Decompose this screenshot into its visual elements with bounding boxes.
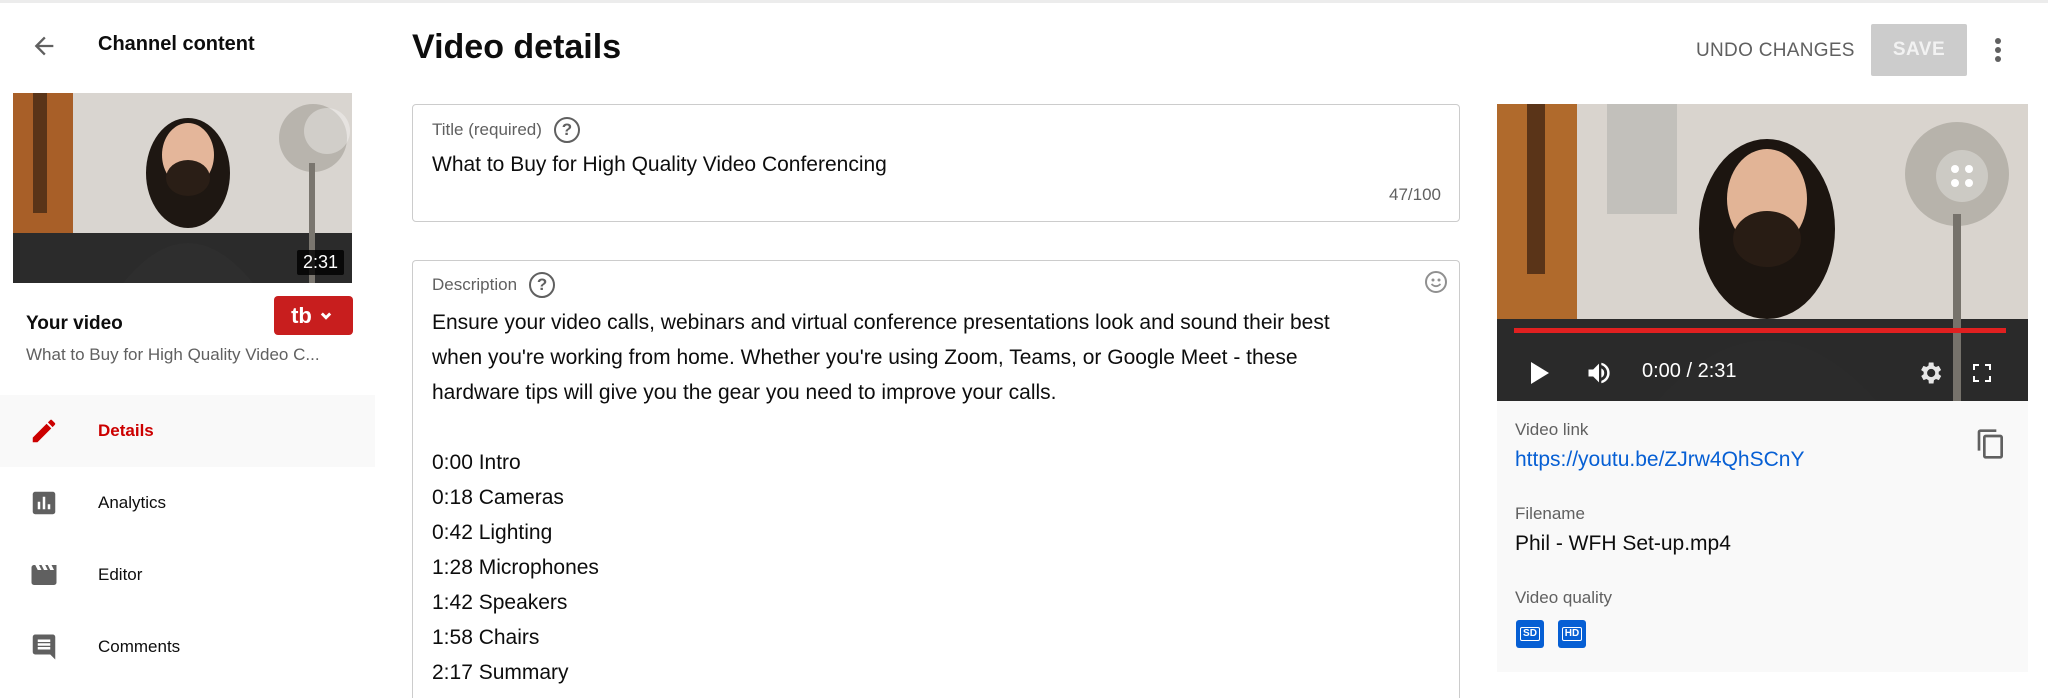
comment-icon bbox=[28, 631, 60, 663]
help-icon[interactable]: ? bbox=[529, 272, 556, 298]
page-title: Video details bbox=[412, 28, 622, 66]
sd-quality-badge: SD bbox=[1516, 620, 1544, 648]
video-thumbnail[interactable]: 2:31 bbox=[13, 93, 352, 283]
description-label-row: Description ? bbox=[432, 272, 556, 298]
volume-icon[interactable] bbox=[1581, 357, 1617, 389]
description-line: 0:42 Lighting bbox=[432, 521, 553, 544]
copy-icon[interactable] bbox=[1971, 422, 2011, 466]
filename-label: Filename bbox=[1515, 504, 1585, 523]
analytics-icon bbox=[28, 487, 60, 519]
sidebar-item-label: Comments bbox=[98, 637, 181, 656]
clapperboard-icon bbox=[28, 559, 60, 591]
title-char-count: 47/100 bbox=[1389, 185, 1441, 204]
player-time: 0:00 / 2:31 bbox=[1642, 360, 1737, 382]
player-controls: 0:00 / 2:31 bbox=[1497, 344, 2028, 401]
sidebar-item-label: Analytics bbox=[98, 493, 167, 512]
save-button[interactable]: SAVE bbox=[1871, 24, 1967, 76]
description-line: hardware tips will give you the gear you… bbox=[432, 381, 1057, 404]
sidebar-nav: Details Analytics Editor Comments bbox=[0, 395, 375, 683]
description-line: 0:00 Intro bbox=[432, 451, 521, 474]
description-line: 1:42 Speakers bbox=[432, 591, 568, 614]
sidebar-item-details[interactable]: Details bbox=[0, 395, 375, 467]
hd-label: HD bbox=[1561, 627, 1583, 641]
description-line: when you're working from home. Whether y… bbox=[432, 346, 1298, 369]
title-field[interactable]: Title (required) ? What to Buy for High … bbox=[412, 104, 1460, 222]
title-label-row: Title (required) ? bbox=[432, 117, 580, 143]
title-label: Title (required) bbox=[432, 120, 542, 139]
video-info-panel: 0:00 / 2:31 Video link https://youtu.be/… bbox=[1497, 104, 2028, 672]
emoji-icon[interactable] bbox=[1424, 270, 1448, 294]
video-link-label: Video link bbox=[1515, 420, 1589, 439]
filename-value: Phil - WFH Set-up.mp4 bbox=[1515, 532, 1731, 555]
hd-quality-badge: HD bbox=[1558, 620, 1586, 648]
sidebar-item-analytics[interactable]: Analytics bbox=[0, 467, 375, 539]
back-arrow-icon[interactable] bbox=[24, 26, 64, 66]
progress-bar[interactable] bbox=[1514, 328, 2006, 333]
back-row bbox=[24, 26, 64, 66]
description-line: Ensure your video calls, webinars and vi… bbox=[432, 311, 1330, 334]
title-input[interactable]: What to Buy for High Quality Video Confe… bbox=[432, 153, 887, 177]
your-video-title: What to Buy for High Quality Video C... bbox=[26, 345, 320, 364]
help-icon[interactable]: ? bbox=[553, 117, 580, 143]
settings-gear-icon[interactable] bbox=[1915, 358, 1945, 388]
description-blank-line bbox=[432, 410, 1442, 445]
sd-label: SD bbox=[1520, 627, 1540, 641]
description-textarea[interactable]: Ensure your video calls, webinars and vi… bbox=[432, 305, 1442, 690]
undo-changes-button[interactable]: UNDO CHANGES bbox=[1684, 30, 1867, 72]
description-line: 2:17 Summary bbox=[432, 661, 569, 684]
video-player[interactable]: 0:00 / 2:31 bbox=[1497, 104, 2028, 401]
description-line: 1:28 Microphones bbox=[432, 556, 599, 579]
description-label: Description bbox=[432, 275, 518, 294]
thumbnail-overlay-icon bbox=[304, 108, 350, 154]
channel-content-title: Channel content bbox=[98, 33, 255, 55]
tubebuddy-label: tb bbox=[291, 302, 312, 328]
video-link[interactable]: https://youtu.be/ZJrw4QhSCnY bbox=[1515, 448, 1804, 472]
chevron-down-icon bbox=[320, 311, 332, 320]
description-line: 0:18 Cameras bbox=[432, 486, 564, 509]
your-video-label: Your video bbox=[26, 313, 123, 334]
sidebar-item-comments[interactable]: Comments bbox=[0, 611, 375, 683]
sidebar-item-label: Editor bbox=[98, 565, 143, 584]
thumbnail-duration: 2:31 bbox=[296, 250, 344, 275]
tubebuddy-menu-button[interactable]: tb bbox=[274, 296, 353, 335]
description-line: 1:58 Chairs bbox=[432, 626, 540, 649]
fullscreen-icon[interactable] bbox=[1967, 358, 1997, 388]
description-field[interactable]: Description ? Ensure your video calls, w… bbox=[412, 260, 1460, 698]
sidebar-item-label: Details bbox=[98, 421, 154, 440]
sidebar-item-editor[interactable]: Editor bbox=[0, 539, 375, 611]
more-options-icon[interactable] bbox=[1982, 30, 2014, 70]
pencil-icon bbox=[28, 415, 60, 447]
video-quality-label: Video quality bbox=[1515, 588, 1613, 607]
sidebar: Channel content 2:31 Your video tb What … bbox=[0, 0, 375, 698]
play-icon[interactable] bbox=[1525, 358, 1555, 388]
